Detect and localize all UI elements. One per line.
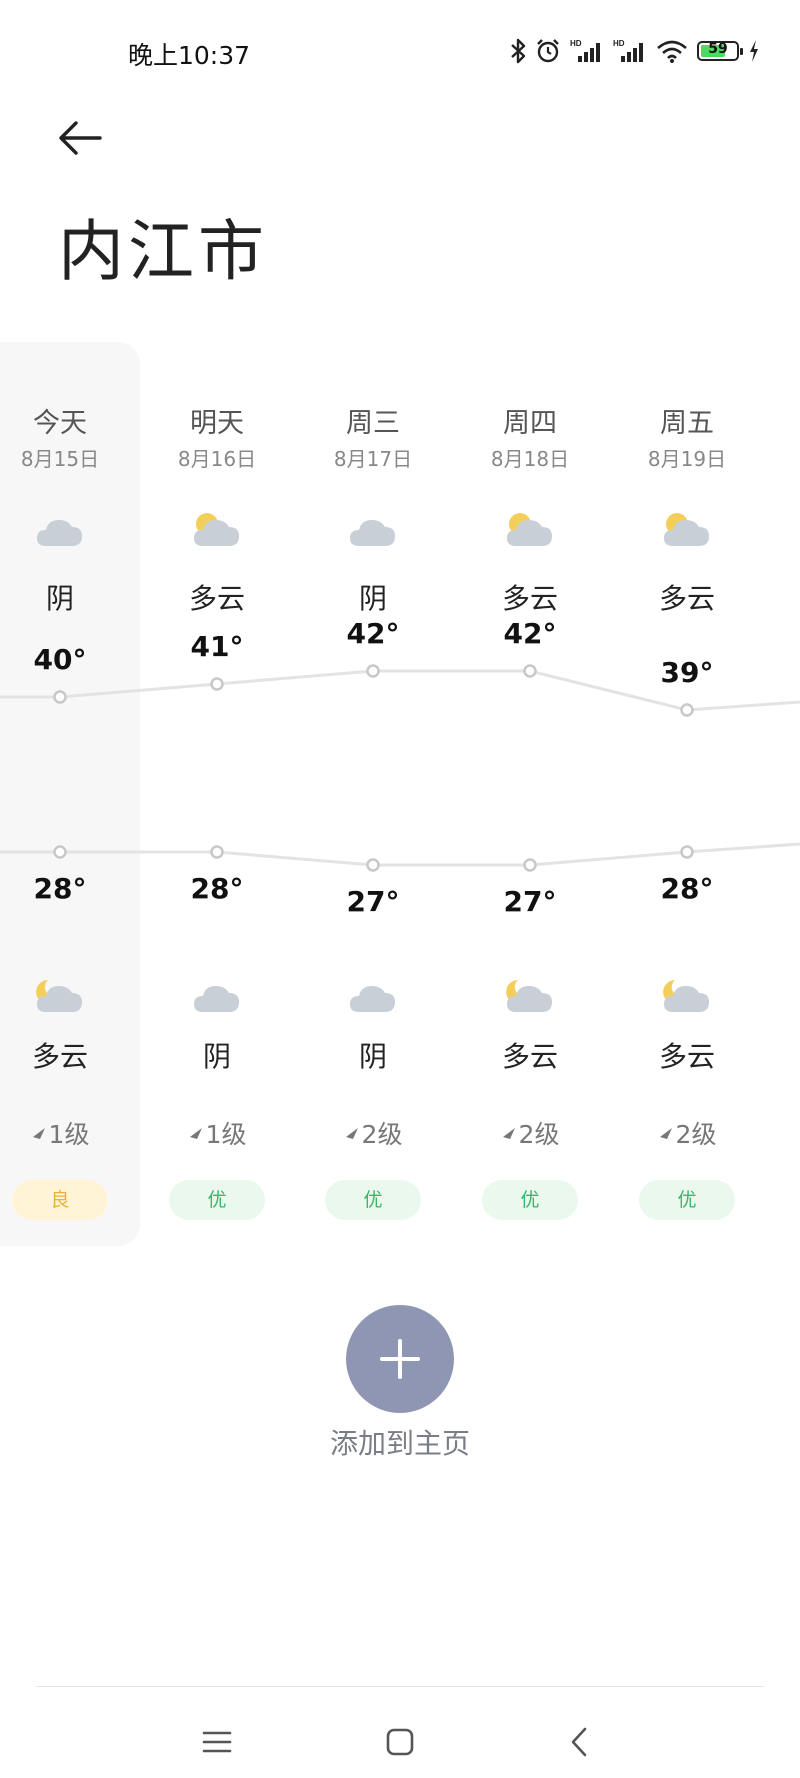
high-temp-line-point: [366, 664, 380, 678]
wind-level: 1级: [0, 1115, 135, 1151]
high-temp-line-point: [523, 664, 537, 678]
day-name: 周四: [503, 408, 557, 439]
wind-level: 1级: [142, 1115, 292, 1151]
overcast-icon: [298, 976, 448, 1022]
high-temp: 42°: [346, 617, 400, 650]
night-condition: 阴: [358, 1040, 387, 1073]
day-name: 明天: [190, 408, 244, 439]
wind-label: 2级: [675, 1120, 717, 1149]
aqi-badge: 优: [455, 1180, 605, 1220]
wind-level: 2级: [298, 1115, 448, 1151]
wind-direction-icon: [189, 1128, 202, 1139]
menu-icon: [202, 1731, 232, 1753]
wind-label: 1级: [205, 1120, 247, 1149]
low-temp-line-point: [53, 845, 67, 859]
partly-cloudy-night-icon: [612, 976, 762, 1022]
back-nav-button[interactable]: [550, 1712, 610, 1772]
high-temp-line-point: [680, 703, 694, 717]
day-condition: 阴: [358, 582, 387, 615]
low-temp-line-point: [210, 845, 224, 859]
aqi-label: 良: [12, 1180, 108, 1220]
aqi-label: 优: [639, 1180, 735, 1220]
night-condition: 阴: [202, 1040, 231, 1073]
low-temp-line-point: [523, 858, 537, 872]
aqi-badge: 优: [298, 1180, 448, 1220]
low-temp: 28°: [660, 872, 714, 905]
partly-cloudy-day-icon: [142, 510, 292, 556]
wind-level: 2级: [612, 1115, 762, 1151]
day-date: 8月19日: [647, 447, 727, 471]
high-temp: 40°: [33, 643, 87, 676]
wind-level: 2级: [455, 1115, 605, 1151]
wind-direction-icon: [659, 1128, 672, 1139]
day-condition: 阴: [45, 582, 74, 615]
day-date: 8月17日: [333, 447, 413, 471]
aqi-label: 优: [482, 1180, 578, 1220]
high-temp: 41°: [190, 630, 244, 663]
low-temp: 28°: [33, 872, 87, 905]
partly-cloudy-day-icon: [455, 510, 605, 556]
overcast-icon: [298, 510, 448, 556]
day-name: 周三: [346, 408, 400, 439]
low-temp: 27°: [503, 885, 557, 918]
low-temp-line: [0, 842, 800, 867]
day-date: 8月18日: [490, 447, 570, 471]
night-condition: 多云: [31, 1040, 88, 1073]
aqi-badge: 优: [612, 1180, 762, 1220]
back-icon: [571, 1727, 587, 1757]
home-icon: [386, 1728, 414, 1756]
add-to-home-button[interactable]: [346, 1305, 454, 1413]
wind-label: 1级: [48, 1120, 90, 1149]
partly-cloudy-day-icon: [612, 510, 762, 556]
wind-direction-icon: [502, 1128, 515, 1139]
wind-label: 2级: [361, 1120, 403, 1149]
aqi-label: 优: [325, 1180, 421, 1220]
menu-button[interactable]: [187, 1712, 247, 1772]
low-temp-line-point: [366, 858, 380, 872]
wind-direction-icon: [32, 1128, 45, 1139]
low-temp: 27°: [346, 885, 400, 918]
high-temp-line-point: [53, 690, 67, 704]
overcast-icon: [142, 976, 292, 1022]
day-date: 8月15日: [20, 447, 100, 471]
nav-divider: [36, 1686, 764, 1687]
low-temp-line-point: [680, 845, 694, 859]
day-condition: 多云: [501, 582, 558, 615]
day-name: 周五: [660, 408, 714, 439]
low-temp: 28°: [190, 872, 244, 905]
high-temp: 39°: [660, 656, 714, 689]
add-to-home-label: 添加到主页: [329, 1427, 470, 1460]
wind-label: 2级: [518, 1120, 560, 1149]
high-temp-line-point: [210, 677, 224, 691]
day-condition: 多云: [188, 582, 245, 615]
partly-cloudy-night-icon: [455, 976, 605, 1022]
night-condition: 多云: [501, 1040, 558, 1073]
aqi-badge: 良: [0, 1180, 135, 1220]
high-temp: 42°: [503, 617, 557, 650]
partly-cloudy-night-icon: [0, 976, 135, 1022]
day-date: 8月16日: [177, 447, 257, 471]
wind-direction-icon: [345, 1128, 358, 1139]
plus-icon: [380, 1339, 420, 1379]
aqi-label: 优: [169, 1180, 265, 1220]
day-condition: 多云: [658, 582, 715, 615]
overcast-icon: [0, 510, 135, 556]
day-name: 今天: [33, 408, 87, 439]
aqi-badge: 优: [142, 1180, 292, 1220]
night-condition: 多云: [658, 1040, 715, 1073]
home-button[interactable]: [370, 1712, 430, 1772]
